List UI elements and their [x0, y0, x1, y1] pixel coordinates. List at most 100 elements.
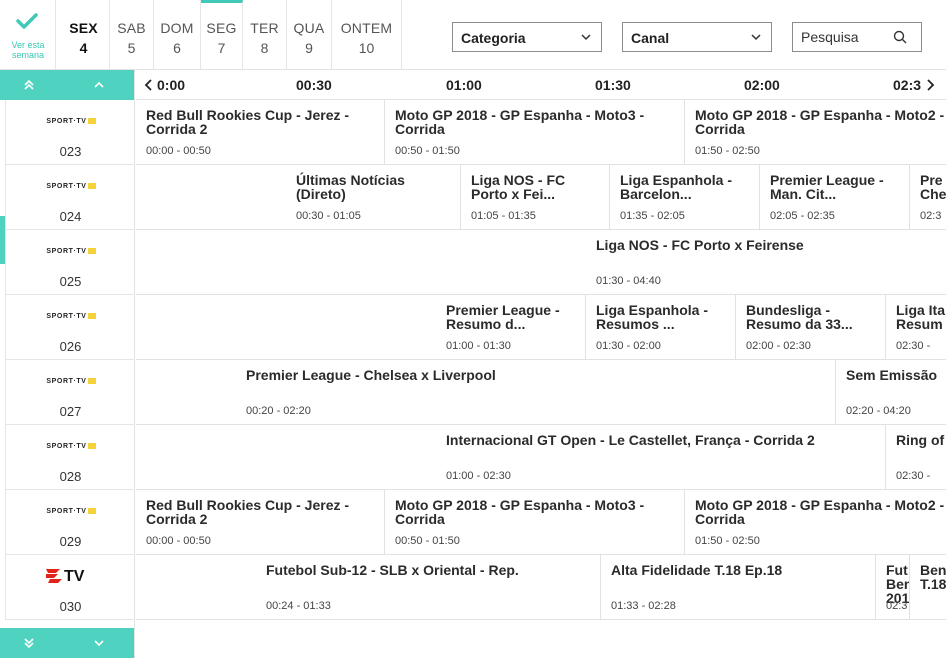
scroll-up-button[interactable] [0, 70, 134, 100]
program-cell[interactable]: Sem Emissão 02:20 - 04:20 [836, 360, 946, 425]
program-title: Moto GP 2018 - GP Espanha - Moto3 - Corr… [395, 497, 645, 527]
program-cell[interactable]: Ben T.18 [910, 555, 946, 620]
day-name: SAB [117, 20, 146, 36]
chevron-down-icon [581, 34, 591, 41]
program-time: 00:20 - 02:20 [246, 405, 311, 417]
time-label: 01:30 [595, 77, 631, 93]
program-time: 02:30 - [896, 340, 931, 352]
program-time: 00:24 - 01:33 [266, 600, 331, 612]
program-time: 01:00 - 02:30 [446, 470, 511, 482]
channel-logo: SPORT·TV [40, 118, 102, 128]
tab-day-sex[interactable]: SEX 4 [58, 0, 110, 70]
program-cell[interactable]: Bundesliga - Resumo da 33... 02:00 - 02:3… [736, 295, 886, 360]
program-cell[interactable]: Moto GP 2018 - GP Espanha - Moto2 - Corr… [685, 100, 946, 165]
day-number: 8 [260, 40, 269, 56]
tab-day-ontem[interactable]: ONTEM 10 [332, 0, 402, 70]
program-cell[interactable]: Liga NOS - FC Porto x Fei... 01:05 - 01:3… [461, 165, 610, 230]
program-time: 02:05 - 02:35 [770, 210, 835, 222]
category-select[interactable]: Categoria [452, 22, 602, 52]
category-select-label: Categoria [461, 30, 526, 46]
program-cell[interactable]: Pre Che 02:3 [910, 165, 946, 230]
program-title: Red Bull Rookies Cup - Jerez - Corrida 2 [146, 107, 350, 137]
time-label: 00:30 [296, 77, 332, 93]
channel-row-024[interactable]: SPORT·TV 024 [5, 165, 134, 230]
day-number: 4 [79, 40, 88, 56]
tab-day-sab[interactable]: SAB 5 [110, 0, 154, 70]
program-time: 01:30 - 02:00 [596, 340, 661, 352]
program-cell[interactable]: Futebol Sub-12 - SLB x Oriental - Rep. 00… [256, 555, 601, 620]
tab-day-qua[interactable]: QUA 9 [287, 0, 332, 70]
channel-row-027[interactable]: SPORT·TV 027 [5, 360, 134, 425]
channel-row-026[interactable]: SPORT·TV 026 [5, 295, 134, 360]
program-time: 01:50 - 02:50 [695, 535, 760, 547]
program-title: Moto GP 2018 - GP Espanha - Moto2 - Corr… [695, 107, 945, 137]
empty-slot [136, 295, 436, 360]
channel-row-025[interactable]: SPORT·TV 025 [5, 230, 134, 295]
channel-row-030[interactable]: TV 030 [5, 555, 134, 620]
chevron-down-icon [94, 640, 104, 647]
double-chevron-down-icon [24, 638, 34, 649]
program-cell[interactable]: Moto GP 2018 - GP Espanha - Moto2 - Corr… [685, 490, 946, 555]
chevron-right-icon[interactable] [925, 79, 935, 91]
program-title: Liga NOS - FC Porto x Feirense [596, 237, 804, 253]
program-title: Liga Espanhola - Barcelon... [620, 172, 733, 202]
program-time: 02:3 [886, 600, 908, 612]
channel-column: SPORT·TV 023 SPORT·TV 024 SPORT·TV 025 S… [0, 70, 135, 658]
program-time: 02:30 - [896, 470, 931, 482]
channel-select[interactable]: Canal [622, 22, 772, 52]
chevron-left-icon[interactable] [144, 79, 154, 91]
this-week-label: Ver esta semana [11, 40, 45, 60]
program-cell[interactable]: Internacional GT Open - Le Castellet, Fr… [436, 425, 886, 490]
channel-number: 027 [59, 404, 82, 419]
program-cell[interactable]: Red Bull Rookies Cup - Jerez - Corrida 2… [136, 100, 385, 165]
program-cell[interactable]: Últimas Notícias (Direto) 00:30 - 01:05 [286, 165, 461, 230]
program-cell[interactable]: Liga Ita Resum 02:30 - [886, 295, 946, 360]
btv-logo: TV [46, 568, 85, 584]
channel-logo: SPORT·TV [40, 378, 102, 388]
day-name: SEG [206, 20, 237, 36]
day-name: TER [250, 20, 279, 36]
channel-logo: SPORT·TV [40, 313, 102, 323]
day-tabs: SEX 4 SAB 5 DOM 6 SEG 7 TER 8 QUA 9 ONTEM 10 [58, 0, 402, 70]
program-title: Pre Che [920, 172, 946, 202]
search-icon[interactable] [893, 30, 907, 44]
program-cell[interactable]: Moto GP 2018 - GP Espanha - Moto3 - Corr… [385, 100, 685, 165]
program-time: 00:50 - 01:50 [395, 535, 460, 547]
top-bar: Ver esta semana SEX 4 SAB 5 DOM 6 SEG 7 TER 8… [0, 0, 946, 70]
program-cell[interactable]: Liga Espanhola - Barcelon... 01:35 - 02:0… [610, 165, 760, 230]
channel-number: 024 [59, 209, 82, 224]
program-title: Moto GP 2018 - GP Espanha - Moto3 - Corr… [395, 107, 645, 137]
program-cell[interactable]: Red Bull Rookies Cup - Jerez - Corrida 2… [136, 490, 385, 555]
channel-row-023[interactable]: SPORT·TV 023 [5, 100, 134, 165]
day-number: 7 [217, 40, 226, 56]
program-time: 01:05 - 01:35 [471, 210, 536, 222]
program-cell[interactable]: Liga NOS - FC Porto x Feirense 01:30 - 04… [586, 230, 946, 295]
this-week-button[interactable]: Ver esta semana [0, 0, 56, 70]
program-cell[interactable]: Moto GP 2018 - GP Espanha - Moto3 - Corr… [385, 490, 685, 555]
program-cell[interactable]: Ring of 02:30 - [886, 425, 946, 490]
channel-number: 026 [59, 339, 82, 354]
tab-day-dom[interactable]: DOM 6 [154, 0, 201, 70]
program-cell[interactable]: Alta Fidelidade T.18 Ep.18 01:33 - 02:28 [601, 555, 876, 620]
program-title: Fut Ben 201 [886, 562, 910, 606]
search-input[interactable] [793, 23, 893, 51]
channel-logo: SPORT·TV [40, 508, 102, 518]
program-cell[interactable]: Premier League - Chelsea x Liverpool 00:2… [236, 360, 836, 425]
channel-number: 025 [59, 274, 82, 289]
channel-row-029[interactable]: SPORT·TV 029 [5, 490, 134, 555]
program-time: 00:50 - 01:50 [395, 145, 460, 157]
program-cell[interactable]: Premier League - Resumo d... 01:00 - 01:3… [436, 295, 586, 360]
day-name: ONTEM [340, 20, 393, 36]
tab-day-seg[interactable]: SEG 7 [201, 0, 243, 70]
channel-number: 030 [59, 599, 82, 614]
program-cell[interactable]: Fut Ben 201 02:3 [876, 555, 910, 620]
empty-slot [136, 360, 236, 425]
scroll-down-button[interactable] [0, 628, 134, 658]
program-title: Bundesliga - Resumo da 33... [746, 302, 853, 332]
channel-row-028[interactable]: SPORT·TV 028 [5, 425, 134, 490]
tab-day-ter[interactable]: TER 8 [243, 0, 287, 70]
program-title: Premier League - Chelsea x Liverpool [246, 367, 496, 383]
program-cell[interactable]: Liga Espanhola - Resumos ... 01:30 - 02:0… [586, 295, 736, 360]
program-cell[interactable]: Premier League - Man. Cit... 02:05 - 02:3… [760, 165, 910, 230]
check-icon [16, 13, 38, 29]
